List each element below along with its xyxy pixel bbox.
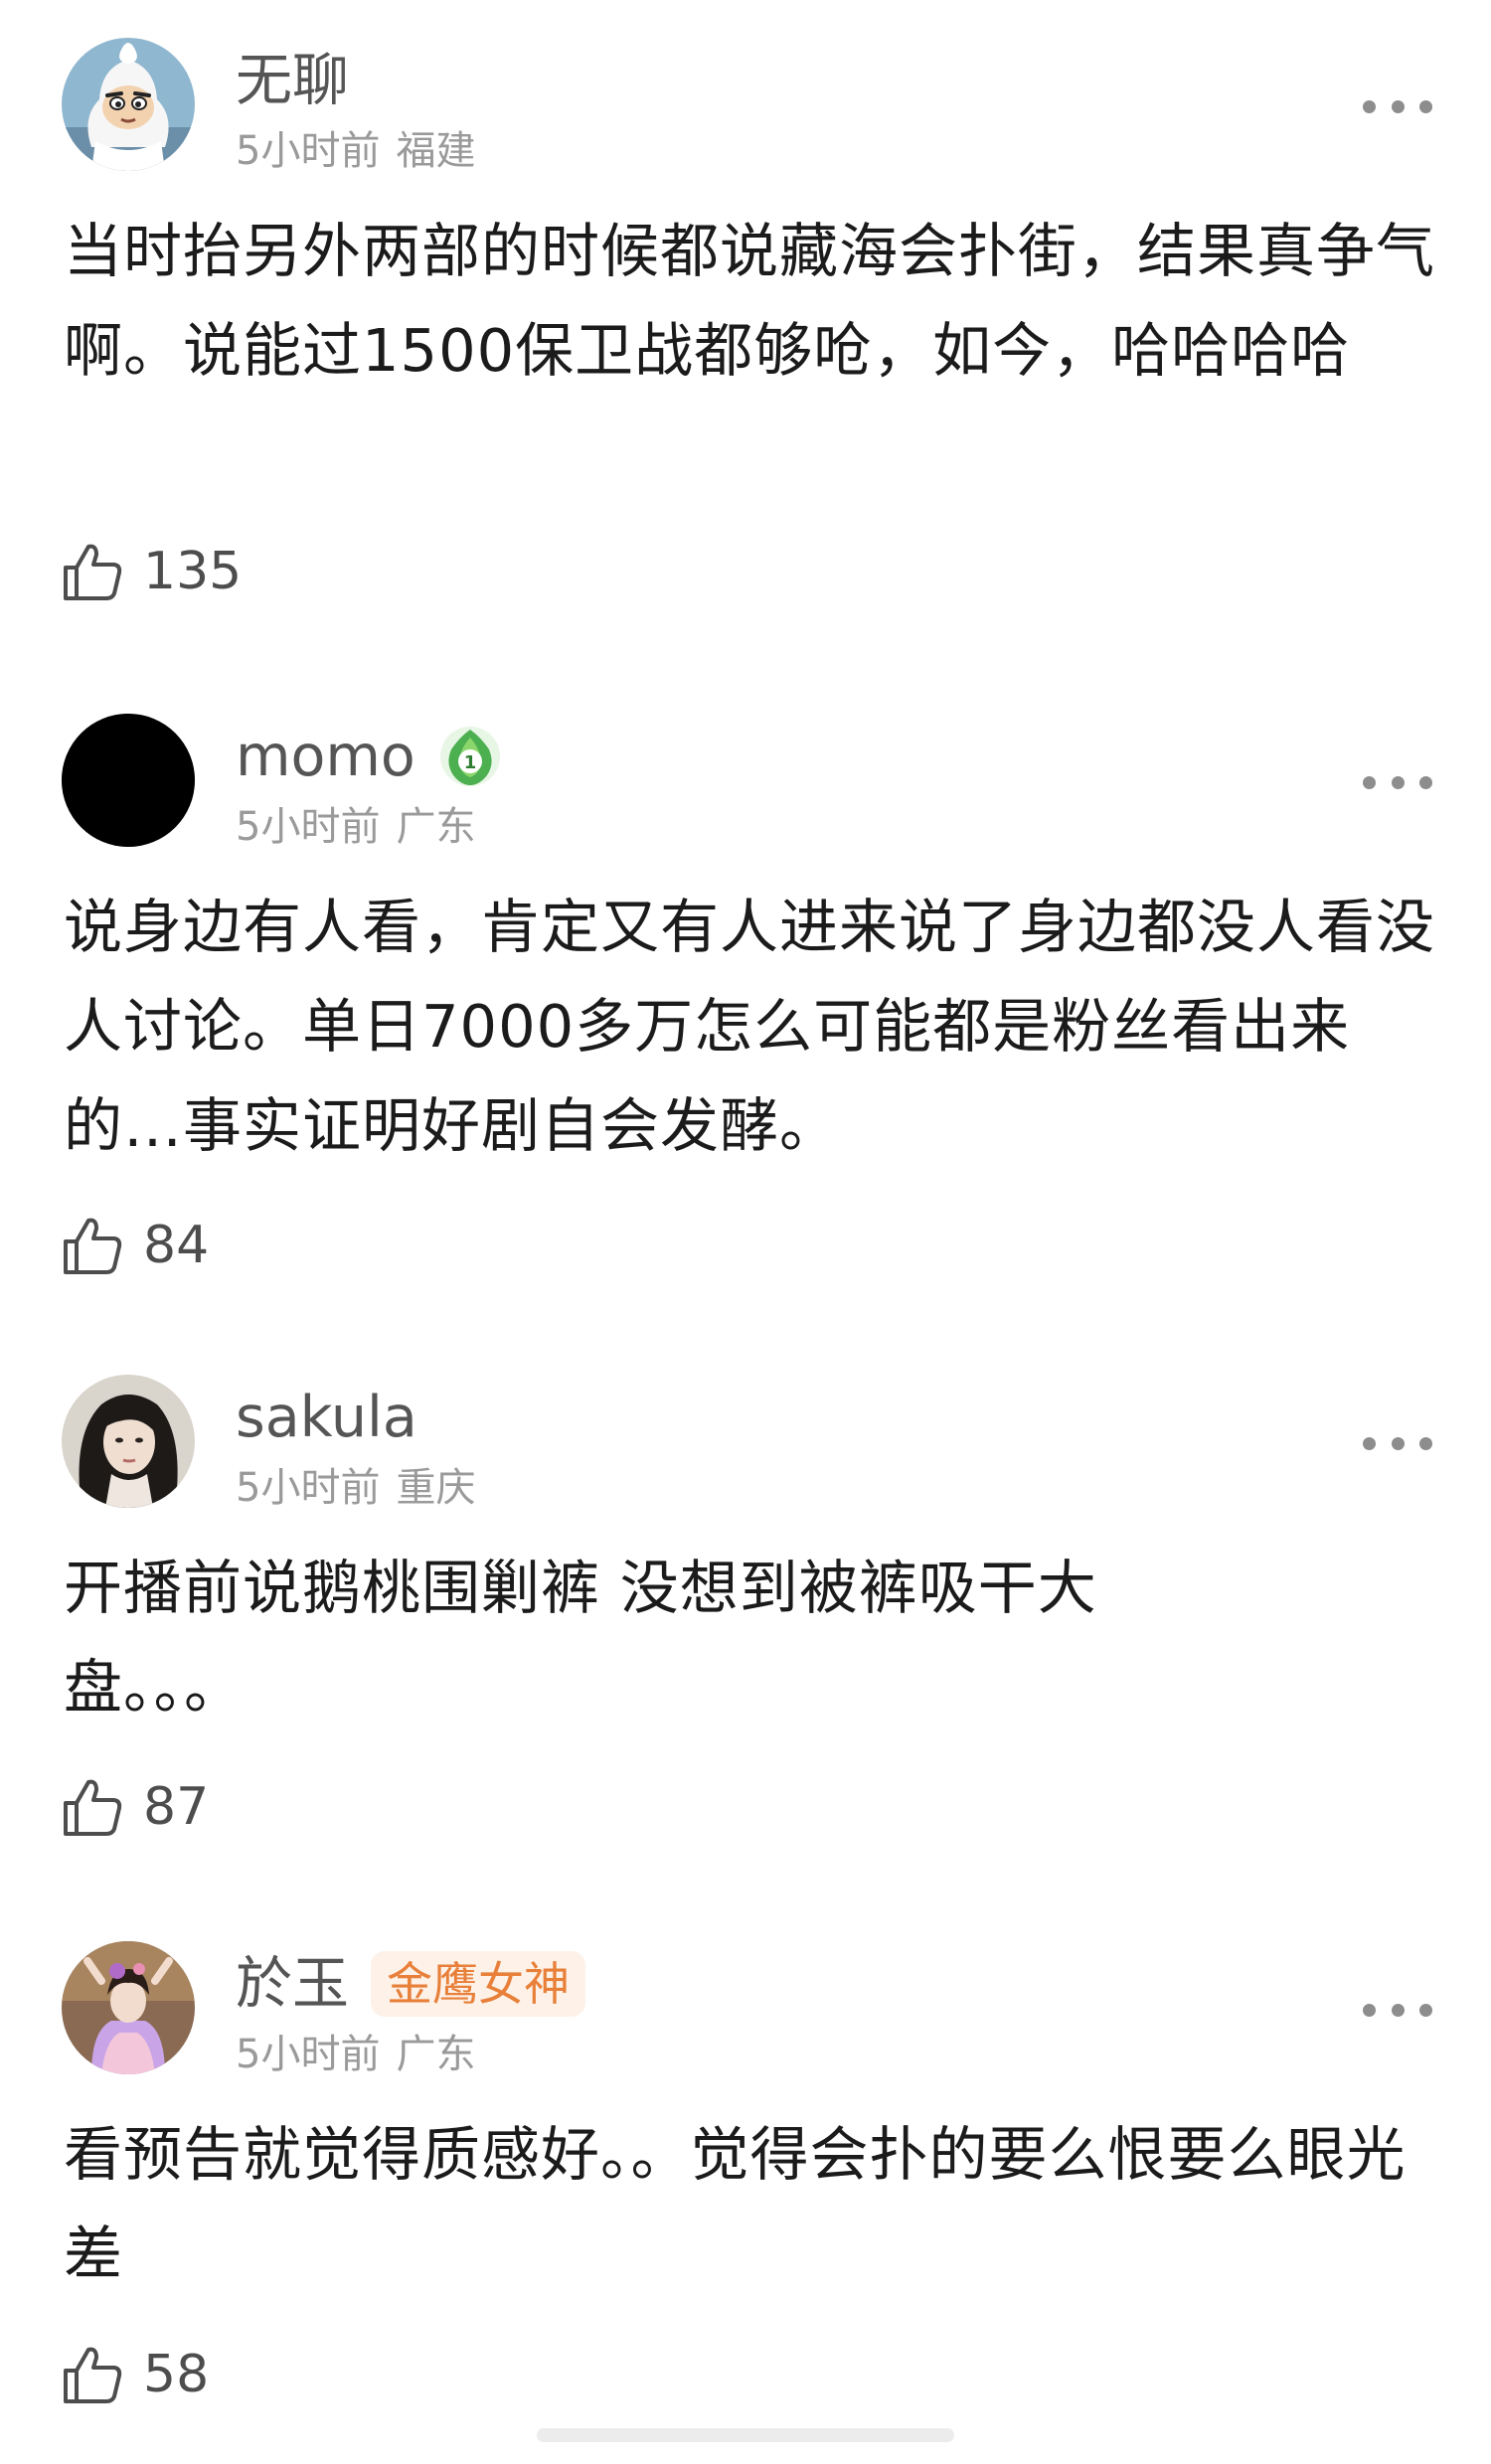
more-options-button[interactable] xyxy=(1363,91,1432,121)
dot-icon xyxy=(1363,1436,1376,1450)
comment-meta: 5小时前 福建 xyxy=(236,131,475,171)
thumbs-up-icon xyxy=(64,544,122,600)
username-row: 无聊 xyxy=(236,46,349,115)
avatar[interactable] xyxy=(62,714,195,847)
location: 广东 xyxy=(396,2032,476,2077)
thumbs-up-icon xyxy=(64,1779,122,1836)
more-options-button[interactable] xyxy=(1363,1428,1432,1458)
timestamp: 5小时前 xyxy=(236,128,381,174)
like-count: 87 xyxy=(143,1777,210,1837)
comment-feed: 无聊 5小时前 福建 当时抬另外两部的时候都说藏海会扑街，结果真争气啊。说能过15… xyxy=(0,0,1491,2464)
dot-icon xyxy=(1391,2003,1405,2017)
username-row: 於玉 金鹰女神 xyxy=(236,1949,585,2019)
thumbs-up-icon xyxy=(64,1218,122,1274)
like-button[interactable]: 58 xyxy=(62,2340,209,2409)
comment-meta: 5小时前 广东 xyxy=(236,2035,475,2074)
dot-icon xyxy=(1419,2003,1432,2017)
username-row: momo 1 xyxy=(236,722,503,791)
dot-icon xyxy=(1419,99,1432,113)
comment-text: 开播前说鹅桃围剿裤 没想到被裤吸干大盘。。。 xyxy=(64,1554,1097,1722)
comment-text: 说身边有人看，肯定又有人进来说了身边都没人看没人讨论。单日7000多万怎么可能都… xyxy=(64,893,1436,1160)
badge-level: 1 xyxy=(464,752,477,773)
like-button[interactable]: 135 xyxy=(62,537,242,606)
username[interactable]: 於玉 xyxy=(236,1955,349,2013)
black-circle-avatar-icon xyxy=(62,714,195,847)
like-count: 135 xyxy=(143,542,243,601)
username[interactable]: momo xyxy=(236,728,415,785)
comment-meta: 5小时前 重庆 xyxy=(236,1468,475,1508)
timestamp: 5小时前 xyxy=(236,1465,381,1511)
cartoon-avatar-icon xyxy=(62,38,195,171)
like-button[interactable]: 87 xyxy=(62,1772,209,1842)
home-indicator xyxy=(537,2428,954,2442)
green-level-badge-icon: 1 xyxy=(439,727,500,786)
title-badge: 金鹰女神 xyxy=(371,1951,585,2017)
avatar[interactable] xyxy=(62,1941,195,2074)
thumbs-up-icon xyxy=(64,2347,122,2403)
dot-icon xyxy=(1391,99,1405,113)
comment-text: 看预告就觉得质感好。。觉得会扑的要么恨要么眼光差 xyxy=(64,2120,1407,2288)
more-options-button[interactable] xyxy=(1363,767,1432,797)
dot-icon xyxy=(1419,1436,1432,1450)
dot-icon xyxy=(1391,775,1405,789)
photo-avatar-icon xyxy=(62,1941,195,2074)
like-count: 58 xyxy=(143,2345,210,2404)
dot-icon xyxy=(1363,99,1376,113)
portrait-avatar-icon xyxy=(62,1375,195,1508)
timestamp: 5小时前 xyxy=(236,2032,381,2077)
dot-icon xyxy=(1391,1436,1405,1450)
comment-meta: 5小时前 广东 xyxy=(236,807,475,847)
avatar[interactable] xyxy=(62,1375,195,1508)
location: 广东 xyxy=(396,804,476,850)
more-options-button[interactable] xyxy=(1363,1995,1432,2025)
username-row: sakula xyxy=(236,1383,417,1452)
dot-icon xyxy=(1419,775,1432,789)
location: 重庆 xyxy=(396,1465,476,1511)
username[interactable]: sakula xyxy=(236,1389,417,1446)
comment-text: 当时抬另外两部的时候都说藏海会扑街，结果真争气啊。说能过1500保卫战都够呛，如… xyxy=(64,217,1436,385)
like-button[interactable]: 84 xyxy=(62,1211,209,1280)
timestamp: 5小时前 xyxy=(236,804,381,850)
dot-icon xyxy=(1363,775,1376,789)
dot-icon xyxy=(1363,2003,1376,2017)
avatar[interactable] xyxy=(62,38,195,171)
username[interactable]: 无聊 xyxy=(236,52,349,109)
like-count: 84 xyxy=(143,1216,210,1275)
location: 福建 xyxy=(396,128,476,174)
